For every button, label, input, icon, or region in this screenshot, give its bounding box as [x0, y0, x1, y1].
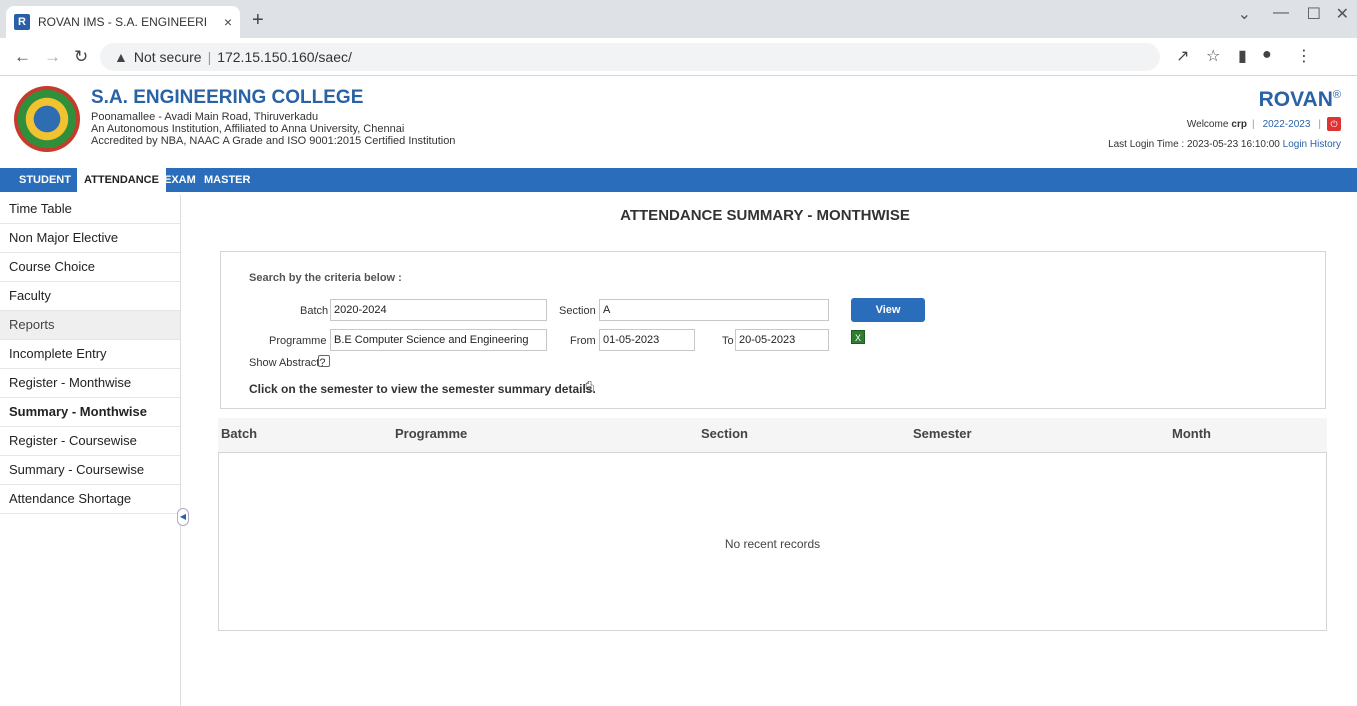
from-date-field[interactable]	[599, 329, 695, 351]
page-title: ATTENDANCE SUMMARY - MONTHWISE	[620, 207, 910, 224]
minimize-icon[interactable]: —	[1273, 4, 1289, 22]
view-button[interactable]: View	[851, 298, 925, 322]
collapse-sidebar-icon[interactable]: ◀	[177, 508, 189, 526]
criteria-heading: Search by the criteria below :	[249, 272, 402, 284]
new-tab-icon[interactable]: +	[252, 10, 264, 30]
from-label: From	[570, 335, 596, 347]
sidebar-group-reports[interactable]: Reports	[0, 311, 180, 340]
to-date-field[interactable]	[735, 329, 829, 351]
empty-message: No recent records	[724, 537, 821, 551]
sidebar-item-register-monthwise[interactable]: Register - Monthwise	[0, 369, 180, 398]
sidebar-item-register-coursewise[interactable]: Register - Coursewise	[0, 427, 180, 456]
divider: |	[207, 49, 212, 65]
column-header-month: Month	[1172, 426, 1211, 441]
reload-icon[interactable]: ↻	[74, 47, 88, 67]
browser-toolbar: ← → ↻ ▲ Not secure | 172.15.150.160/saec…	[0, 38, 1357, 76]
profile-icon[interactable]: ●	[1262, 46, 1272, 64]
sidebar-item-non-major-elective[interactable]: Non Major Elective	[0, 224, 180, 253]
close-tab-icon[interactable]: ×	[224, 14, 232, 30]
sidebar: Time Table Non Major Elective Course Cho…	[0, 195, 181, 706]
last-login: Last Login Time : 2023-05-23 16:10:00 Lo…	[1108, 139, 1341, 150]
browser-tab[interactable]: R ROVAN IMS - S.A. ENGINEERING ×	[6, 6, 240, 38]
nav-master[interactable]: MASTER	[197, 168, 257, 192]
address-line-3: Accredited by NBA, NAAC A Grade and ISO …	[91, 135, 456, 147]
welcome-prefix: Welcome	[1186, 118, 1229, 130]
maximize-icon[interactable]: ☐	[1307, 4, 1321, 24]
login-history-link[interactable]: Login History	[1283, 139, 1341, 150]
search-panel: Search by the criteria below : Batch Sec…	[220, 251, 1326, 409]
programme-label: Programme	[269, 335, 327, 347]
sidebar-item-incomplete-entry[interactable]: Incomplete Entry	[0, 340, 180, 369]
print-icon[interactable]: ⎙	[583, 378, 594, 395]
back-icon[interactable]: ←	[14, 47, 31, 67]
sidebar-item-course-choice[interactable]: Course Choice	[0, 253, 180, 282]
show-abstract-checkbox[interactable]	[318, 355, 330, 367]
bookmark-star-icon[interactable]: ☆	[1206, 46, 1220, 66]
section-label: Section	[559, 305, 596, 317]
programme-field[interactable]	[330, 329, 547, 351]
side-panel-icon[interactable]: ▮	[1238, 46, 1247, 66]
show-abstract-label: Show Abstract?	[249, 357, 326, 369]
to-label: To	[722, 335, 734, 347]
favicon-icon: R	[14, 14, 30, 30]
table-header: Batch Programme Section Semester Month	[218, 418, 1327, 452]
page-header: S.A. ENGINEERING COLLEGE Poonamallee - A…	[0, 77, 1357, 165]
sidebar-item-attendance-shortage[interactable]: Attendance Shortage	[0, 485, 180, 514]
sidebar-item-summary-monthwise[interactable]: Summary - Monthwise	[0, 398, 180, 427]
academic-year-link[interactable]: 2022-2023	[1263, 119, 1311, 130]
address-line-2: An Autonomous Institution, Affiliated to…	[91, 123, 405, 135]
share-icon[interactable]: ↗	[1176, 46, 1189, 66]
username: crp	[1231, 118, 1247, 130]
forward-icon[interactable]: →	[44, 47, 61, 67]
column-header-programme: Programme	[395, 426, 468, 441]
tab-title: ROVAN IMS - S.A. ENGINEERING	[38, 15, 208, 29]
brand-logo: ROVAN®	[1258, 88, 1341, 111]
browser-tabstrip: R ROVAN IMS - S.A. ENGINEERING × + ⌄ — ☐…	[0, 0, 1357, 38]
semester-hint: Click on the semester to view the semest…	[249, 382, 596, 396]
section-field[interactable]	[599, 299, 829, 321]
main-nav: STUDENT ATTENDANCE EXAM MASTER	[0, 168, 1357, 192]
sidebar-item-summary-coursewise[interactable]: Summary - Coursewise	[0, 456, 180, 485]
batch-field[interactable]	[330, 299, 547, 321]
nav-attendance[interactable]: ATTENDANCE	[77, 168, 166, 192]
excel-export-icon[interactable]: X	[851, 330, 865, 344]
college-name: S.A. ENGINEERING COLLEGE	[91, 87, 364, 108]
column-header-semester: Semester	[913, 426, 972, 441]
address-bar[interactable]: ▲ Not secure | 172.15.150.160/saec/	[100, 43, 1160, 71]
tab-search-icon[interactable]: ⌄	[1238, 4, 1251, 24]
column-header-batch: Batch	[221, 426, 258, 441]
nav-student[interactable]: STUDENT	[12, 168, 78, 192]
sidebar-item-time-table[interactable]: Time Table	[0, 195, 180, 224]
table-body: No recent records	[218, 452, 1327, 631]
warning-icon: ▲	[114, 49, 128, 65]
logout-power-icon[interactable]: ⏻	[1327, 117, 1341, 131]
sidebar-item-faculty[interactable]: Faculty	[0, 282, 180, 311]
close-window-icon[interactable]: ✕	[1336, 4, 1349, 24]
batch-label: Batch	[300, 305, 329, 317]
address-line-1: Poonamallee - Avadi Main Road, Thiruverk…	[91, 111, 319, 123]
security-label: Not secure	[133, 49, 202, 65]
welcome-bar: Welcome crp | 2022-2023 | ⏻	[1187, 117, 1341, 131]
url-text: 172.15.150.160/saec/	[217, 49, 352, 65]
college-logo	[14, 86, 80, 152]
column-header-section: Section	[701, 426, 748, 441]
menu-dots-icon[interactable]: ⋮	[1296, 46, 1312, 66]
nav-exam[interactable]: EXAM	[157, 168, 203, 192]
